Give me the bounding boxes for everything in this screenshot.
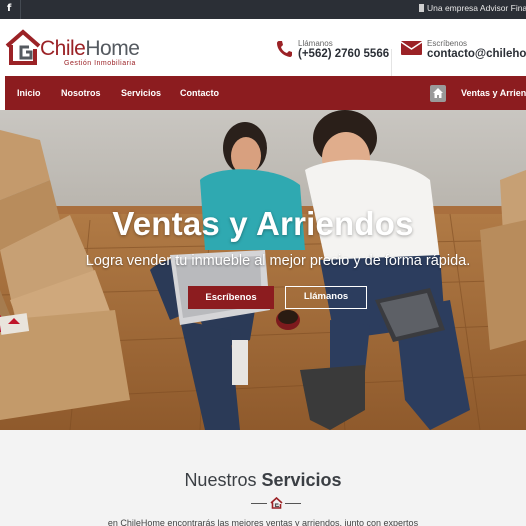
company-note: Una empresa Advisor Financial <box>419 3 526 13</box>
breadcrumb-current: Ventas y Arriendos <box>461 88 526 98</box>
brand-name[interactable]: ChileHome <box>40 37 140 61</box>
main-nav: Inicio Nosotros Servicios Contacto Venta… <box>5 76 526 110</box>
breadcrumb-home-button[interactable] <box>430 85 446 102</box>
phone-icon <box>277 41 292 57</box>
site-header: ChileHome Gestión Inmobiliaria Llámanos … <box>0 19 526 81</box>
logo[interactable] <box>5 29 43 67</box>
nav-item-inicio[interactable]: Inicio <box>17 88 41 98</box>
phone-contact[interactable]: Llámanos (+562) 2760 5566 <box>276 39 389 69</box>
mail-contact[interactable]: Escríbenos contacto@chilehome <box>401 39 526 69</box>
hero-subtitle: Logra vender tu inmueble al mejor precio… <box>85 253 471 269</box>
brand-home: Home <box>85 37 140 60</box>
phone-label: Llámanos <box>298 39 333 48</box>
facebook-icon[interactable]: f <box>7 3 11 14</box>
brand-chile: Chile <box>40 37 86 60</box>
company-text: Una empresa Advisor Financial <box>427 3 526 13</box>
mail-address[interactable]: contacto@chilehome <box>427 48 526 60</box>
nav-item-contacto[interactable]: Contacto <box>180 88 219 98</box>
escribenos-button[interactable]: Escríbenos <box>188 286 274 309</box>
top-bar: f Una empresa Advisor Financial <box>0 0 526 19</box>
llamanos-button[interactable]: Llámanos <box>285 286 367 309</box>
divider-line-right <box>285 503 301 504</box>
divider-line-left <box>251 503 267 504</box>
house-logo-icon <box>5 29 41 65</box>
top-bar-divider <box>20 0 21 19</box>
hero-banner: Ventas y Arriendos Logra vender tu inmue… <box>0 110 526 430</box>
home-icon <box>433 88 443 98</box>
mail-icon <box>401 41 422 55</box>
nav-item-servicios[interactable]: Servicios <box>121 88 161 98</box>
phone-number[interactable]: (+562) 2760 5566 <box>298 48 389 60</box>
services-section: Nuestros Servicios en ChileHome encontra… <box>0 430 526 526</box>
hero-title: Ventas y Arriendos <box>112 205 414 242</box>
nav-item-nosotros[interactable]: Nosotros <box>61 88 101 98</box>
building-icon <box>419 4 424 12</box>
hero-background-image <box>0 110 526 430</box>
services-title-bold: Servicios <box>261 470 342 490</box>
brand-tagline: Gestión Inmobiliaria <box>64 60 136 67</box>
services-title-light: Nuestros <box>184 470 257 490</box>
services-intro: en ChileHome encontrarás las mejores ven… <box>107 518 419 526</box>
services-title: Nuestros Servicios <box>0 470 526 491</box>
house-logo-icon <box>270 497 283 509</box>
mail-label: Escríbenos <box>427 39 468 48</box>
